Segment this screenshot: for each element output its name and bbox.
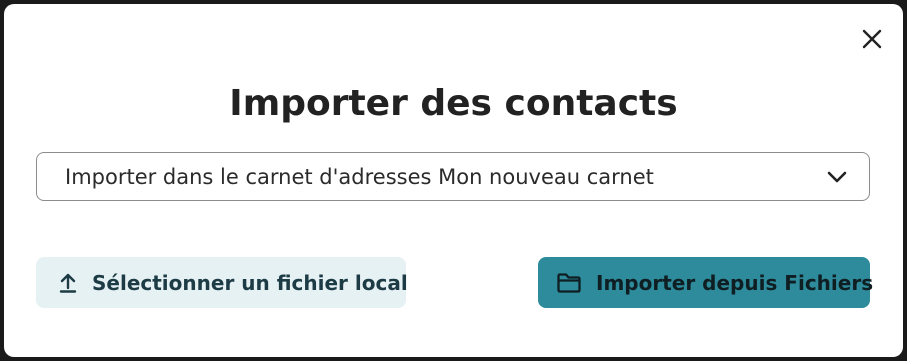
import-contacts-dialog: Importer des contacts Importer dans le c… xyxy=(4,4,903,357)
addressbook-select-value: Importer dans le carnet d'adresses Mon n… xyxy=(65,164,654,189)
close-button[interactable] xyxy=(856,23,888,55)
select-local-file-button[interactable]: Sélectionner un fichier local xyxy=(36,257,408,308)
addressbook-select[interactable]: Importer dans le carnet d'adresses Mon n… xyxy=(36,152,870,201)
import-from-files-label: Importer depuis Fichiers xyxy=(596,270,874,295)
select-local-file-label: Sélectionner un fichier local xyxy=(92,270,408,295)
import-from-files-button[interactable]: Importer depuis Fichiers xyxy=(538,257,874,308)
dialog-title: Importer des contacts xyxy=(229,83,678,124)
upload-icon xyxy=(58,272,78,294)
close-icon xyxy=(862,29,882,49)
chevron-down-icon xyxy=(827,171,847,183)
folder-icon xyxy=(556,272,582,294)
